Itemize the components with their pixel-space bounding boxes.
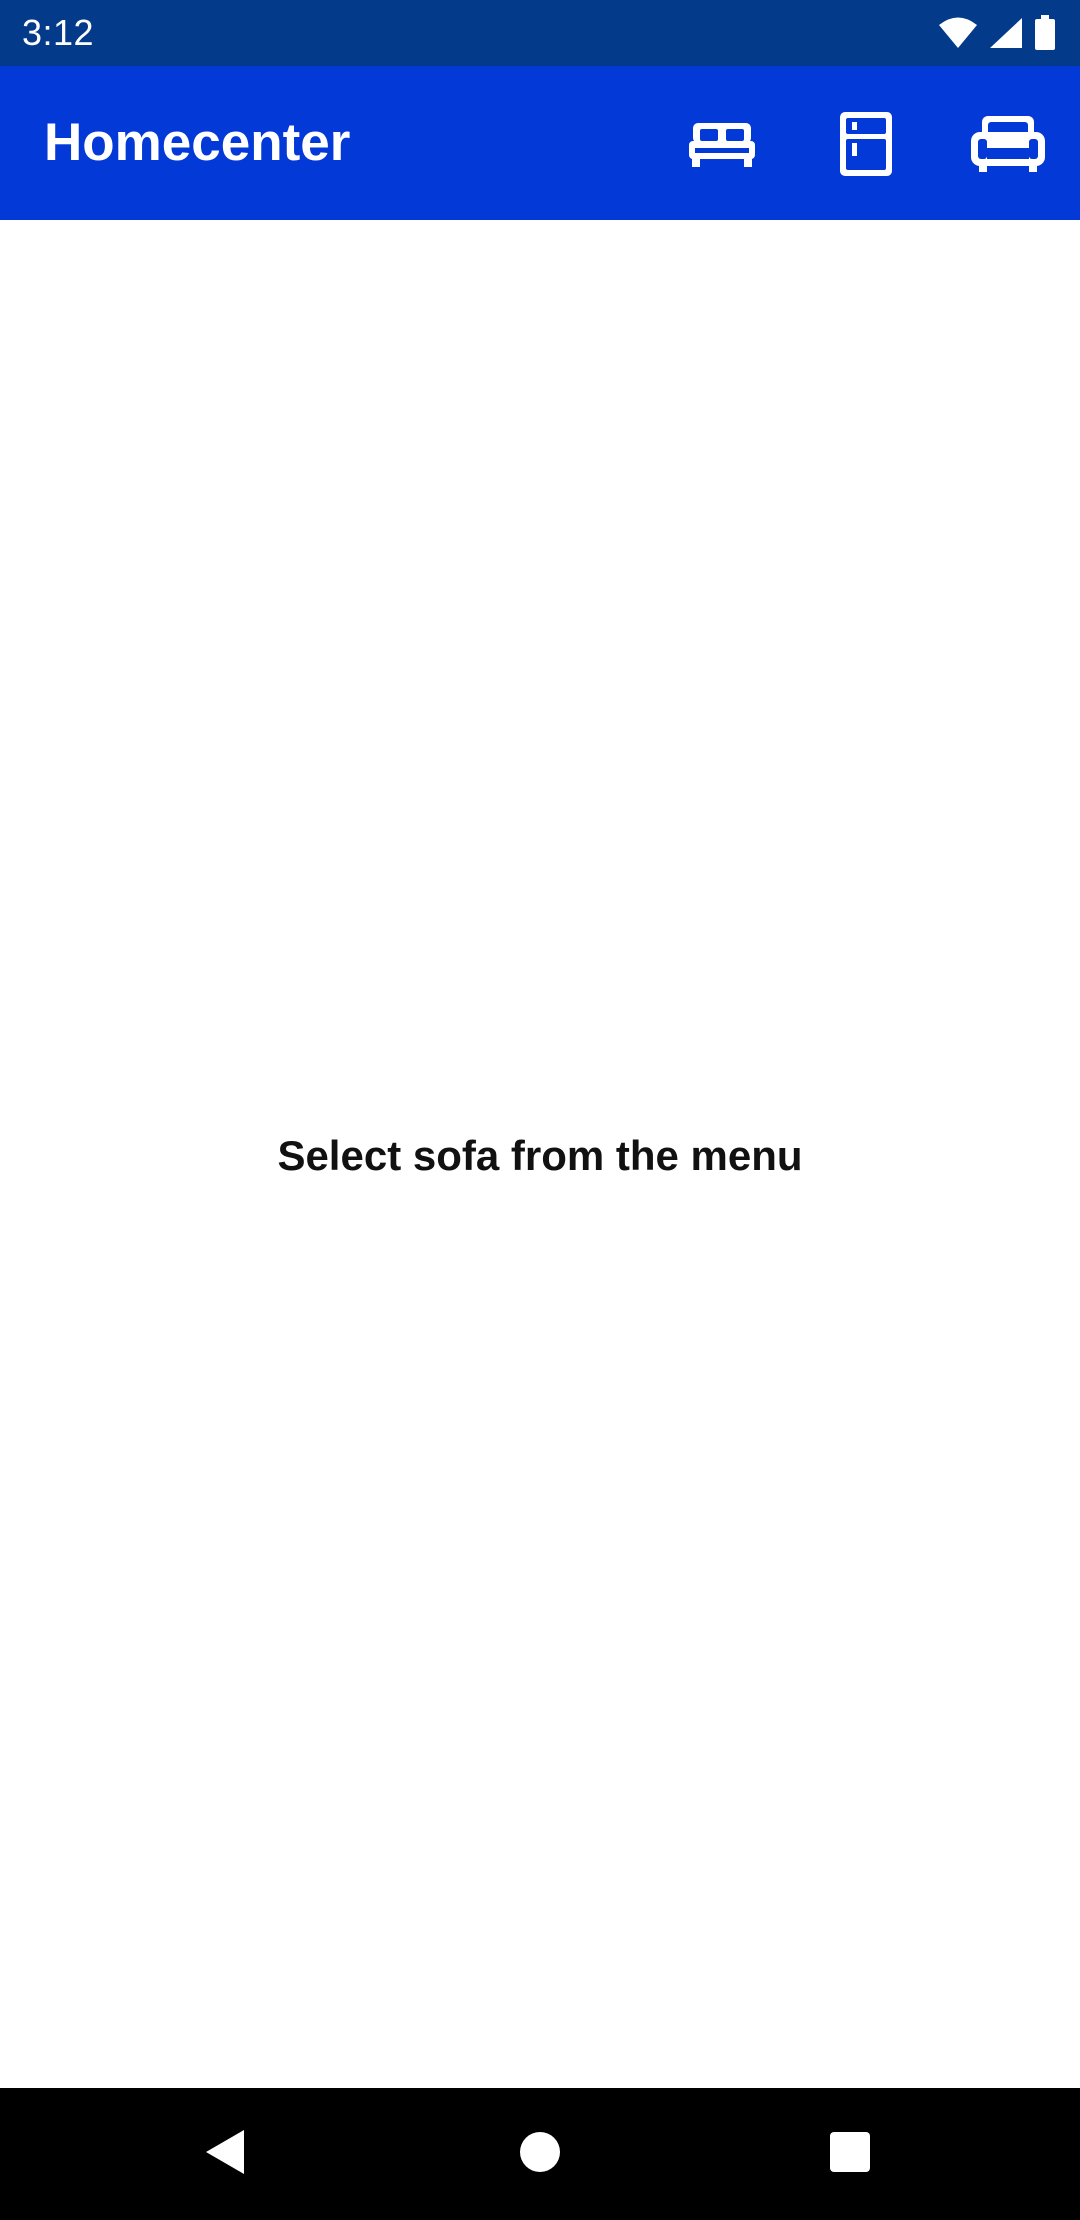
empty-state-message: Select sofa from the menu <box>277 1132 803 1179</box>
battery-icon <box>1034 15 1056 51</box>
bed-button[interactable] <box>674 96 770 192</box>
app-title: Homecenter <box>44 113 351 172</box>
content-area: Select sofa from the menu <box>0 220 1080 2088</box>
status-bar: 3:12 <box>0 0 1080 66</box>
sofa-button[interactable] <box>960 96 1056 192</box>
recents-icon <box>829 2131 871 2178</box>
cellular-signal-icon <box>988 16 1024 50</box>
fridge-button[interactable] <box>818 96 914 192</box>
home-icon <box>519 2131 561 2178</box>
back-icon <box>204 2128 248 2181</box>
status-time: 3:12 <box>22 12 95 53</box>
sofa-icon <box>971 116 1045 172</box>
fridge-icon <box>840 112 892 176</box>
app-bar: Homecenter <box>0 66 1080 220</box>
screen: 3:12 Homecenter Select sofa from the men… <box>0 0 1080 2220</box>
status-icons <box>938 14 1056 52</box>
home-button[interactable] <box>498 2112 582 2196</box>
navigation-bar <box>0 2088 1080 2220</box>
bed-icon <box>689 119 755 169</box>
recents-button[interactable] <box>808 2112 892 2196</box>
back-button[interactable] <box>184 2112 268 2196</box>
wifi-icon <box>938 16 978 50</box>
